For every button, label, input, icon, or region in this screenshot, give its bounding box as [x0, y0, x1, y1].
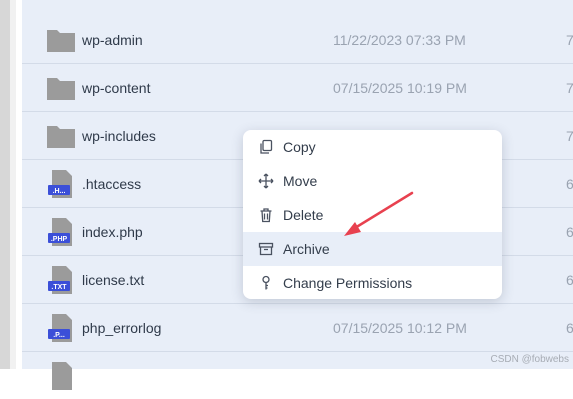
file-name: license.txt: [82, 272, 145, 288]
annotation-arrow: [344, 191, 414, 236]
window-left-edge: [0, 0, 16, 369]
file-name: index.php: [82, 224, 143, 240]
file-name: wp-includes: [82, 128, 156, 144]
file-icon: [52, 362, 72, 390]
file-name: .htaccess: [82, 176, 142, 192]
file-size: 6: [566, 272, 573, 288]
menu-item-label: Move: [283, 173, 318, 189]
file-ext-label: .TXT: [51, 284, 67, 291]
folder-icon: [47, 126, 75, 148]
file-size: 7: [566, 32, 573, 48]
trash-icon: [260, 208, 272, 223]
file-date: 11/22/2023 07:33 PM: [333, 32, 466, 48]
file-date: 07/15/2025 10:12 PM: [333, 320, 467, 336]
menu-item-change-permissions[interactable]: Change Permissions: [243, 266, 502, 299]
file-name: php_errorlog: [82, 320, 162, 336]
file-icon: .TXT: [48, 266, 72, 294]
file-size: 6: [566, 224, 573, 240]
menu-item-label: Delete: [283, 207, 324, 223]
watermark: CSDN @fobwebs: [490, 354, 569, 365]
file-icon: .PHP: [48, 218, 72, 246]
menu-item-label: Archive: [283, 241, 330, 257]
file-size: 6: [566, 176, 573, 192]
file-row-php-errorlog[interactable]: .P... php_errorlog 07/15/2025 10:12 PM 6: [22, 304, 573, 352]
archive-icon: [258, 242, 274, 256]
file-size: 6: [566, 320, 573, 336]
file-row-wp-content[interactable]: wp-content 07/15/2025 10:19 PM 7: [22, 64, 573, 112]
menu-item-label: Copy: [283, 139, 316, 155]
file-size: 7: [566, 128, 573, 144]
move-icon: [258, 173, 274, 189]
menu-item-copy[interactable]: Copy: [243, 130, 502, 164]
menu-item-label: Change Permissions: [283, 275, 413, 291]
file-ext-label: .P...: [53, 332, 65, 339]
folder-icon: [47, 30, 75, 52]
key-icon: [262, 275, 270, 290]
copy-icon: [260, 139, 273, 154]
file-date: 07/15/2025 10:19 PM: [333, 80, 467, 96]
file-ext-label: .H...: [53, 188, 66, 195]
file-icon: .P...: [48, 314, 72, 342]
file-ext-label: .PHP: [51, 236, 68, 243]
file-row-wp-admin[interactable]: wp-admin 11/22/2023 07:33 PM 7: [22, 16, 573, 64]
folder-icon: [47, 78, 75, 100]
file-icon: .H...: [48, 170, 72, 198]
file-name: wp-content: [82, 80, 151, 96]
file-size: 7: [566, 80, 573, 96]
file-name: wp-admin: [82, 32, 143, 48]
